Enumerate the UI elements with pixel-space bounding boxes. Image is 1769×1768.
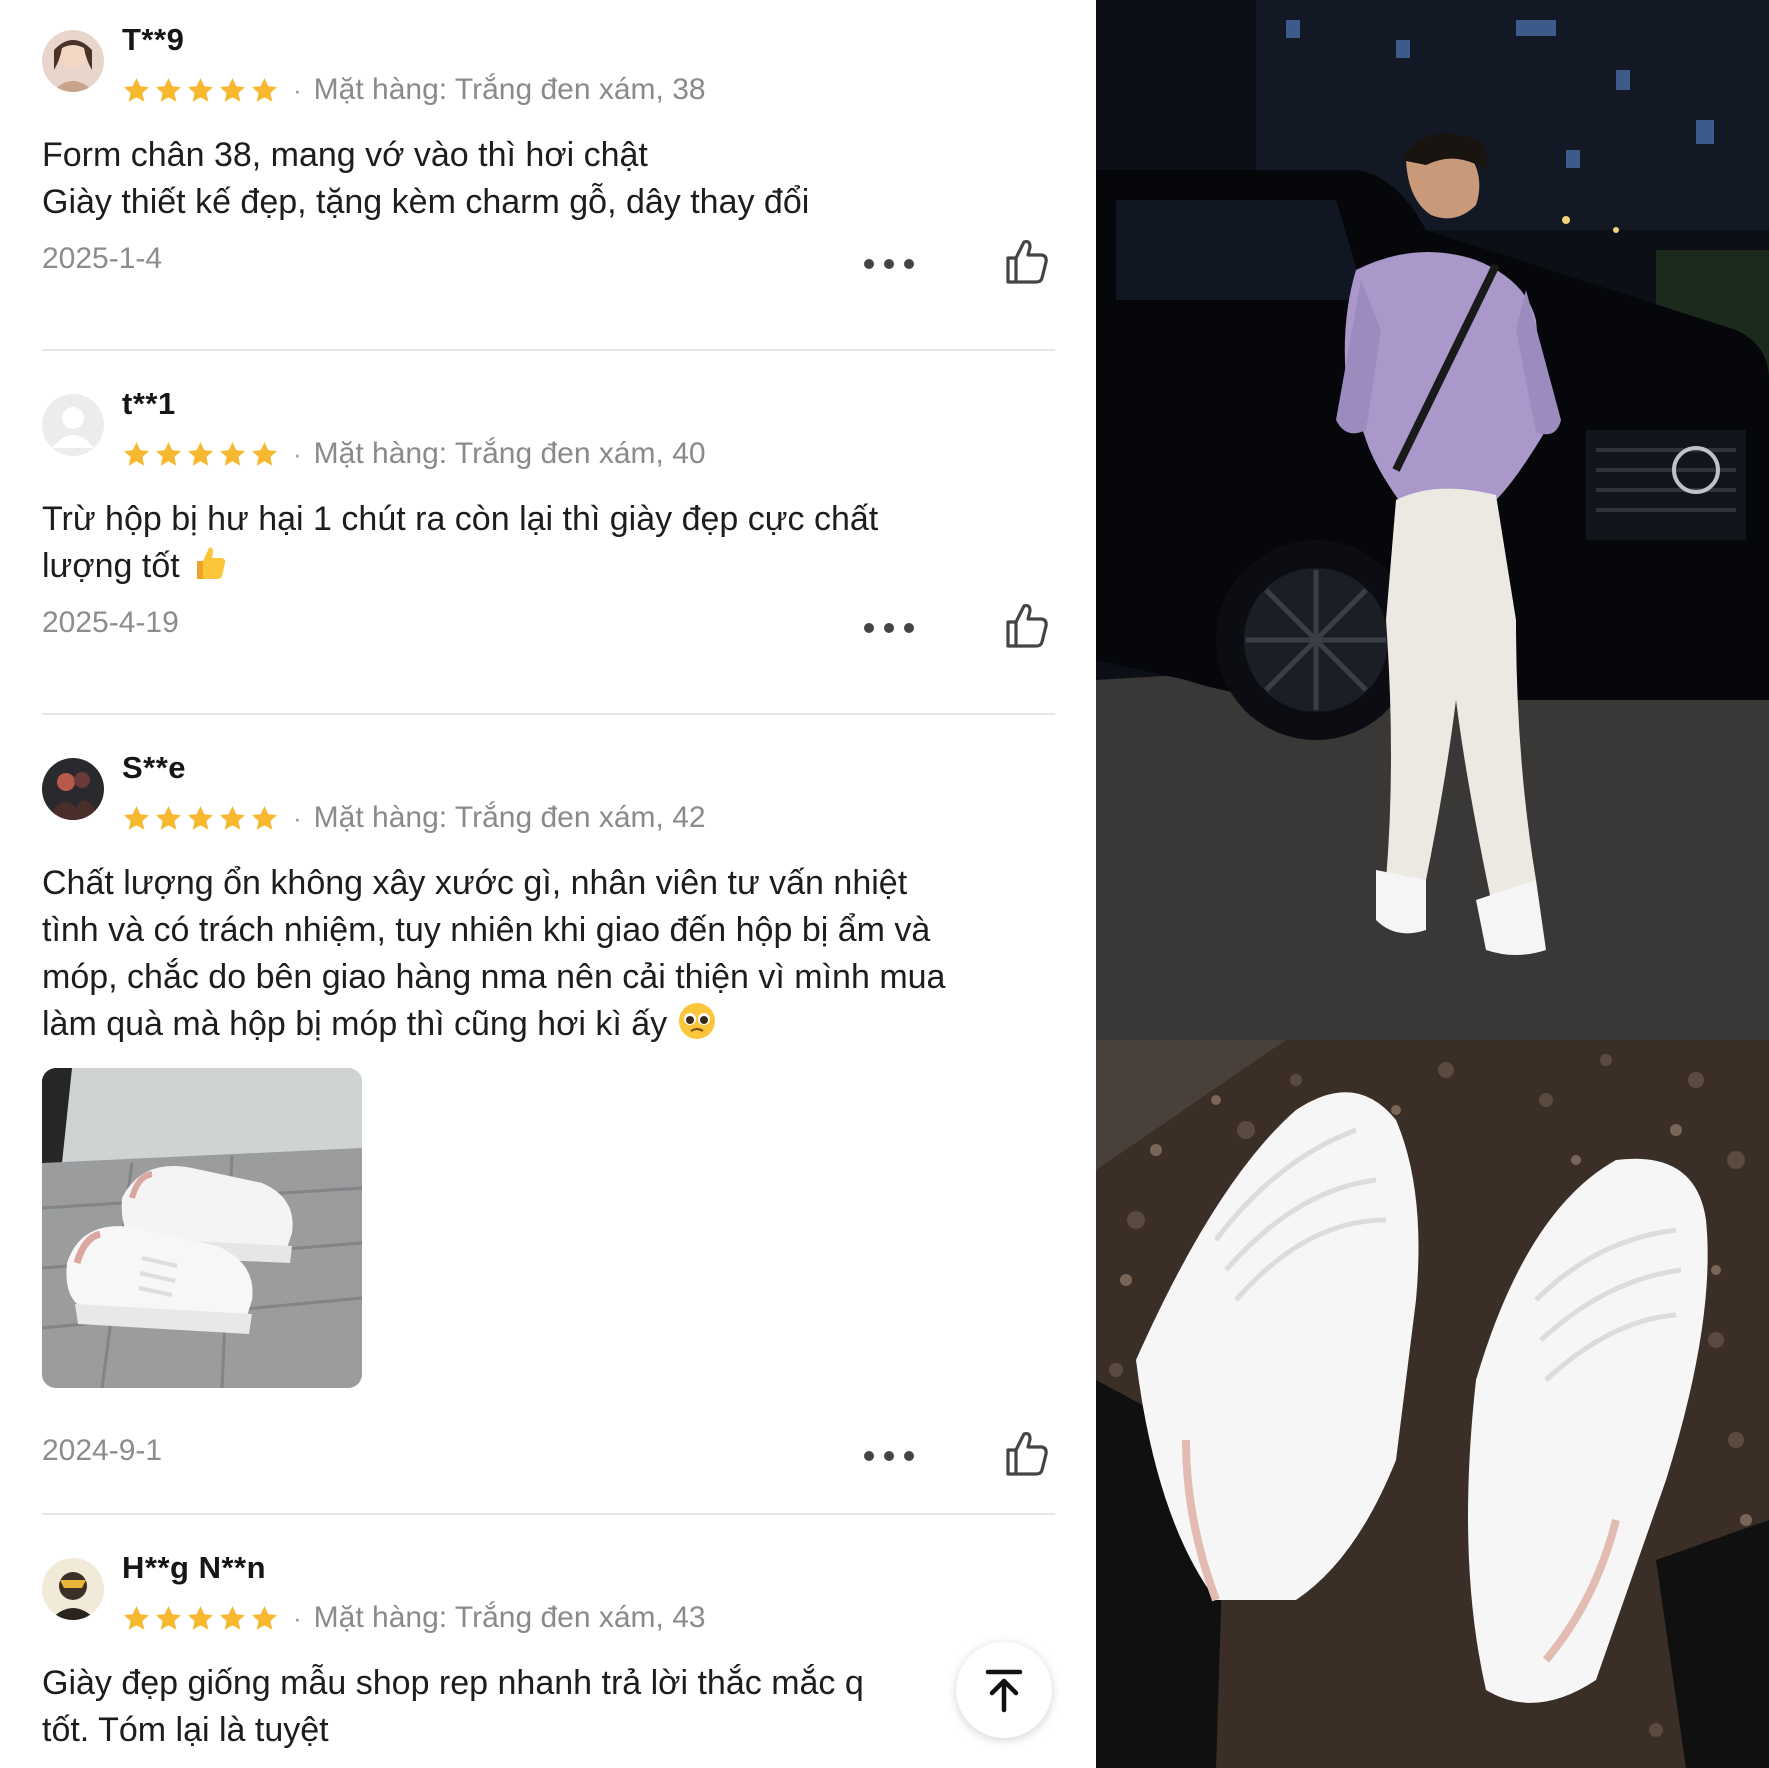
avatar[interactable] bbox=[42, 394, 104, 456]
star-icon bbox=[124, 1605, 149, 1630]
star-icon bbox=[124, 77, 149, 102]
star-icon bbox=[220, 441, 245, 466]
review-item: t**1 · Mặt hàng: Trắng đen xám, 40 Trừ h… bbox=[42, 386, 1055, 652]
star-icon bbox=[252, 1605, 277, 1630]
star-icon bbox=[252, 77, 277, 102]
variant-label: Mặt hàng: Trắng đen xám, 40 bbox=[313, 437, 706, 470]
star-icon bbox=[156, 805, 181, 830]
reviewer-name: H**g N**n bbox=[122, 1550, 267, 1585]
review-text-line-with-emoji: lượng tốt bbox=[42, 543, 1055, 590]
star-icon bbox=[252, 805, 277, 830]
star-icon bbox=[220, 1605, 245, 1630]
reviews-list: T**9 · Mặt hàng: Trắng đen xám, 38 Form … bbox=[0, 0, 1096, 1768]
review-text-line: tốt. Tóm lại là tuyệt bbox=[42, 1711, 329, 1749]
reviewer-name: T**9 bbox=[122, 22, 185, 57]
thumbs-up-outline-icon[interactable] bbox=[1000, 236, 1052, 288]
review-item: H**g N**n · Mặt hàng: Trắng đen xám, 43 … bbox=[42, 1550, 1055, 1768]
rating-row: · Mặt hàng: Trắng đen xám, 40 bbox=[122, 434, 706, 474]
variant-label: Mặt hàng: Trắng đen xám, 42 bbox=[313, 801, 706, 834]
review-item: S**e · Mặt hàng: Trắng đen xám, 42 Chất … bbox=[42, 750, 1055, 1496]
sneakers-on-gravel-photo[interactable] bbox=[1096, 1040, 1769, 1768]
divider bbox=[42, 713, 1055, 715]
review-text-line: làm quà mà hộp bị móp thì cũng hơi kì ấy bbox=[42, 1005, 668, 1043]
review-item: T**9 · Mặt hàng: Trắng đen xám, 38 Form … bbox=[42, 22, 1055, 288]
star-icon bbox=[252, 441, 277, 466]
review-text: Trừ hộp bị hư hại 1 chút ra còn lại thì … bbox=[42, 496, 1055, 590]
avatar[interactable] bbox=[42, 758, 104, 820]
product-photos bbox=[1096, 0, 1769, 1768]
scroll-to-top-button[interactable] bbox=[956, 1642, 1052, 1738]
avatar[interactable] bbox=[42, 1558, 104, 1620]
thumbs-up-emoji bbox=[189, 543, 229, 583]
more-options-icon[interactable] bbox=[864, 254, 914, 274]
reviewer-name: t**1 bbox=[122, 386, 176, 421]
more-options-icon[interactable] bbox=[864, 1446, 914, 1466]
avatar[interactable] bbox=[42, 30, 104, 92]
more-options-icon[interactable] bbox=[864, 618, 914, 638]
review-text: Chất lượng ổn không xây xước gì, nhân vi… bbox=[42, 860, 1055, 1048]
review-text: Giày đẹp giống mẫu shop rep nhanh trả lờ… bbox=[42, 1660, 1055, 1754]
review-photo-sneakers[interactable] bbox=[42, 1068, 362, 1388]
separator-dot: · bbox=[293, 1602, 302, 1633]
variant-label: Mặt hàng: Trắng đen xám, 38 bbox=[313, 73, 706, 106]
separator-dot: · bbox=[293, 802, 302, 833]
star-rating bbox=[122, 76, 279, 105]
thumbs-up-outline-icon[interactable] bbox=[1000, 600, 1052, 652]
star-icon bbox=[156, 77, 181, 102]
star-icon bbox=[156, 1605, 181, 1630]
separator-dot: · bbox=[293, 74, 302, 105]
review-text-line: Trừ hộp bị hư hại 1 chút ra còn lại thì … bbox=[42, 500, 879, 538]
review-date: 2025-4-19 bbox=[42, 606, 179, 639]
review-text-line: móp, chắc do bên giao hàng nma nên cải t… bbox=[42, 958, 946, 996]
divider bbox=[42, 349, 1055, 351]
review-date: 2025-1-4 bbox=[42, 242, 163, 275]
review-text: Form chân 38, mang vớ vào thì hơi chật G… bbox=[42, 132, 1055, 226]
review-date: 2024-9-1 bbox=[42, 1434, 163, 1467]
star-icon bbox=[188, 77, 213, 102]
star-icon bbox=[188, 1605, 213, 1630]
arrow-up-to-top-icon bbox=[985, 1669, 1023, 1713]
rating-row: · Mặt hàng: Trắng đen xám, 42 bbox=[122, 798, 706, 838]
review-text-line: Giày thiết kế đẹp, tặng kèm charm gỗ, dâ… bbox=[42, 183, 810, 221]
star-icon bbox=[124, 805, 149, 830]
star-icon bbox=[124, 441, 149, 466]
separator-dot: · bbox=[293, 438, 302, 469]
thumbs-up-outline-icon[interactable] bbox=[1000, 1428, 1052, 1480]
star-icon bbox=[220, 805, 245, 830]
pleading-face-emoji bbox=[677, 1001, 717, 1041]
review-text-line: Form chân 38, mang vớ vào thì hơi chật bbox=[42, 136, 648, 174]
review-text-line: Giày đẹp giống mẫu shop rep nhanh trả lờ… bbox=[42, 1664, 864, 1702]
review-text-line: tình và có trách nhiệm, tuy nhiên khi gi… bbox=[42, 911, 931, 949]
divider bbox=[42, 1513, 1055, 1515]
rating-row: · Mặt hàng: Trắng đen xám, 38 bbox=[122, 70, 706, 110]
star-icon bbox=[188, 805, 213, 830]
review-text-line: lượng tốt bbox=[42, 547, 180, 585]
star-rating bbox=[122, 804, 279, 833]
rating-row: · Mặt hàng: Trắng đen xám, 43 bbox=[122, 1598, 706, 1638]
review-text-line-with-emoji: làm quà mà hộp bị móp thì cũng hơi kì ấy bbox=[42, 1001, 1055, 1048]
model-leaning-on-car-photo[interactable] bbox=[1096, 0, 1769, 1040]
star-icon bbox=[188, 441, 213, 466]
star-rating bbox=[122, 440, 279, 469]
star-rating bbox=[122, 1604, 279, 1633]
reviewer-name: S**e bbox=[122, 750, 187, 785]
review-text-line: Chất lượng ổn không xây xước gì, nhân vi… bbox=[42, 864, 908, 902]
star-icon bbox=[156, 441, 181, 466]
variant-label: Mặt hàng: Trắng đen xám, 43 bbox=[313, 1601, 706, 1634]
star-icon bbox=[220, 77, 245, 102]
